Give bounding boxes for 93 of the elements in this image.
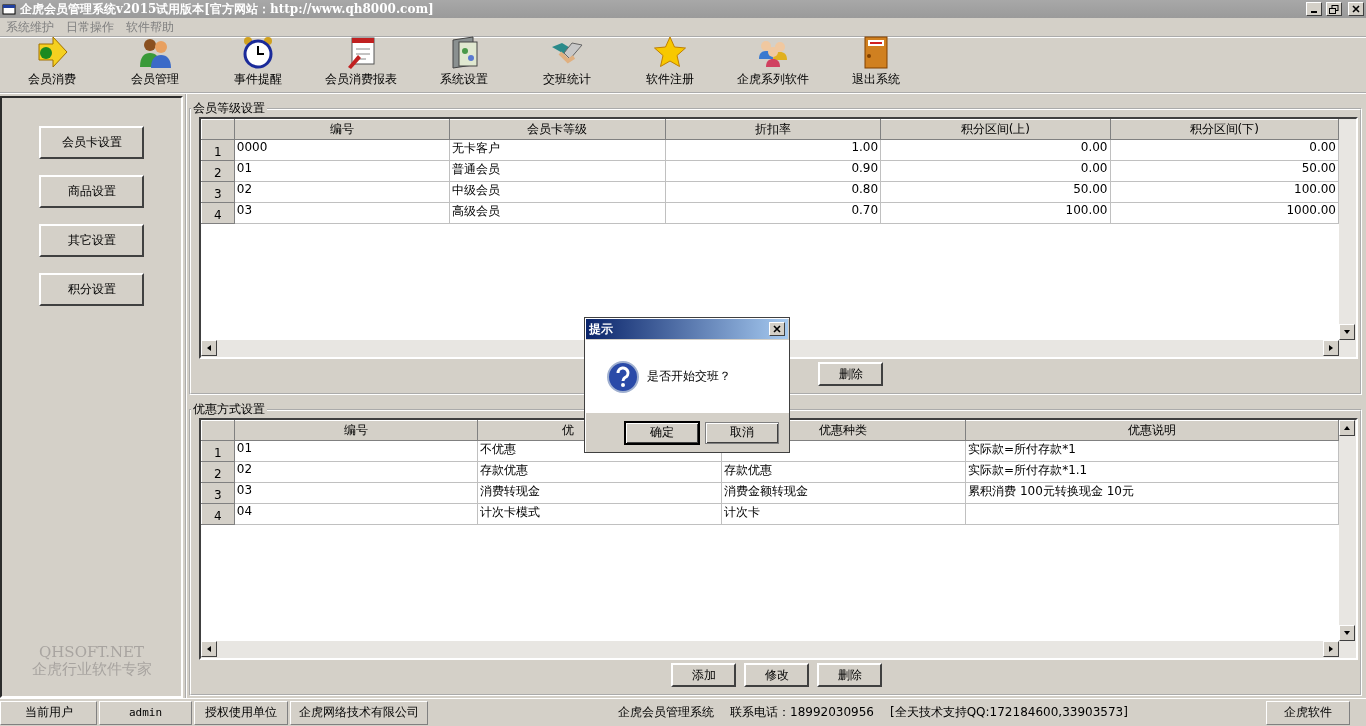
close-icon xyxy=(1352,5,1360,13)
table-cell: 50.00 xyxy=(1110,160,1339,182)
status-text: 企虎会员管理系统 xyxy=(618,704,714,721)
table-cell: 消费金额转现金 xyxy=(721,482,966,504)
column-header: 积分区间(上) xyxy=(880,119,1110,140)
toolbar-button[interactable]: 交班统计 xyxy=(515,35,618,88)
dialog-message: 是否开始交班？ xyxy=(647,368,731,385)
column-header: 编号 xyxy=(234,420,478,441)
table-cell: 01 xyxy=(234,160,450,182)
column-header: 优惠说明 xyxy=(965,420,1339,441)
dialog-button[interactable]: 确定 xyxy=(625,421,699,444)
table-cell: 0.00 xyxy=(880,139,1110,161)
toolbar-button[interactable]: 会员管理 xyxy=(103,35,206,88)
column-header: 编号 xyxy=(234,119,450,140)
action-button[interactable]: 添加 xyxy=(671,663,736,687)
question-icon xyxy=(607,360,639,393)
sidebar-button[interactable]: 会员卡设置 xyxy=(39,126,144,159)
window-title: 企虎会员管理系统v2015试用版本[官方网站：http://www.qh8000.com] xyxy=(20,0,435,18)
restore-button[interactable] xyxy=(1326,2,1342,16)
column-header: 折扣率 xyxy=(665,119,881,140)
table-cell: 实际款=所付存款*1 xyxy=(965,440,1339,462)
table-cell: 高级会员 xyxy=(449,202,666,224)
table-cell: 02 xyxy=(234,461,478,483)
group-title: 优惠方式设置 xyxy=(192,401,266,418)
close-button[interactable] xyxy=(1348,2,1364,16)
table-cell: 04 xyxy=(234,503,478,525)
row-number: 1 xyxy=(201,440,235,462)
table-cell: 02 xyxy=(234,181,450,203)
row-number: 2 xyxy=(201,461,235,483)
column-header: 积分区间(下) xyxy=(1110,119,1339,140)
status-cell: 授权使用单位 xyxy=(194,700,288,725)
table-cell: 存款优惠 xyxy=(477,461,722,483)
vertical-scrollbar[interactable] xyxy=(1339,420,1356,641)
sidebar-button[interactable]: 其它设置 xyxy=(39,224,144,257)
toolbar-button[interactable]: 系统设置 xyxy=(412,35,515,88)
vertical-scrollbar[interactable] xyxy=(1339,119,1356,340)
toolbar-button[interactable]: 软件注册 xyxy=(618,35,721,88)
row-number: 2 xyxy=(201,160,235,182)
table-cell: 中级会员 xyxy=(449,181,666,203)
table-cell: 50.00 xyxy=(880,181,1110,203)
status-cell: 当前用户 xyxy=(0,700,97,725)
table-cell: 03 xyxy=(234,482,478,504)
status-text: 联系电话：18992030956 xyxy=(730,704,874,721)
toolbar-button[interactable]: 退出系统 xyxy=(824,35,927,88)
toolbar-button[interactable]: 事件提醒 xyxy=(206,35,309,88)
row-number: 4 xyxy=(201,202,235,224)
table-cell: 0.00 xyxy=(880,160,1110,182)
restore-icon xyxy=(1329,4,1339,14)
status-text: [全天技术支持QQ:172184600,33903573] xyxy=(890,704,1128,721)
status-cell: admin xyxy=(99,700,192,725)
row-number: 3 xyxy=(201,181,235,203)
toolbar-button[interactable]: 会员消费 xyxy=(0,35,103,88)
table-cell: 存款优惠 xyxy=(721,461,966,483)
column-header: 会员卡等级 xyxy=(449,119,666,140)
table-cell: 0.90 xyxy=(665,160,881,182)
table-cell: 0.70 xyxy=(665,202,881,224)
sidebar-button[interactable]: 商品设置 xyxy=(39,175,144,208)
status-cell: 企虎网络技术有限公司 xyxy=(290,700,428,725)
table-cell: 计次卡模式 xyxy=(477,503,722,525)
table-cell: 1000.00 xyxy=(1110,202,1339,224)
horizontal-scrollbar[interactable] xyxy=(201,641,1356,658)
group-title: 会员等级设置 xyxy=(192,100,266,117)
table-cell: 消费转现金 xyxy=(477,482,722,504)
company-button[interactable]: 企虎软件 xyxy=(1266,700,1350,725)
dialog-title: 提示 xyxy=(589,320,613,338)
row-number: 1 xyxy=(201,139,235,161)
row-number: 4 xyxy=(201,503,235,525)
dialog-button[interactable]: 取消 xyxy=(705,421,779,444)
table-cell: 计次卡 xyxy=(721,503,966,525)
close-button[interactable] xyxy=(769,322,785,336)
toolbar-button[interactable]: 企虎系列软件 xyxy=(721,35,824,88)
table-cell: 普通会员 xyxy=(449,160,666,182)
table-cell: 累积消费 100元转换现金 10元 xyxy=(965,482,1339,504)
sidebar-button[interactable]: 积分设置 xyxy=(39,273,144,306)
table-cell: 100.00 xyxy=(880,202,1110,224)
table-cell: 0.80 xyxy=(665,181,881,203)
table-cell: 1.00 xyxy=(665,139,881,161)
table-cell: 03 xyxy=(234,202,450,224)
table-cell: 无卡客户 xyxy=(449,139,666,161)
toolbar-button[interactable]: 会员消费报表 xyxy=(309,35,412,88)
action-button[interactable]: 修改 xyxy=(744,663,809,687)
row-number: 3 xyxy=(201,482,235,504)
table-cell: 0000 xyxy=(234,139,450,161)
table-cell: 0.00 xyxy=(1110,139,1339,161)
table-cell: 100.00 xyxy=(1110,181,1339,203)
table-cell: 实际款=所付存款*1.1 xyxy=(965,461,1339,483)
app-icon xyxy=(2,3,16,15)
minimize-button[interactable] xyxy=(1306,2,1322,16)
delete-button[interactable]: 删除 xyxy=(818,362,883,386)
table-cell: 01 xyxy=(234,440,478,462)
star-icon xyxy=(652,35,687,69)
close-icon xyxy=(773,325,781,333)
action-button[interactable]: 删除 xyxy=(817,663,882,687)
